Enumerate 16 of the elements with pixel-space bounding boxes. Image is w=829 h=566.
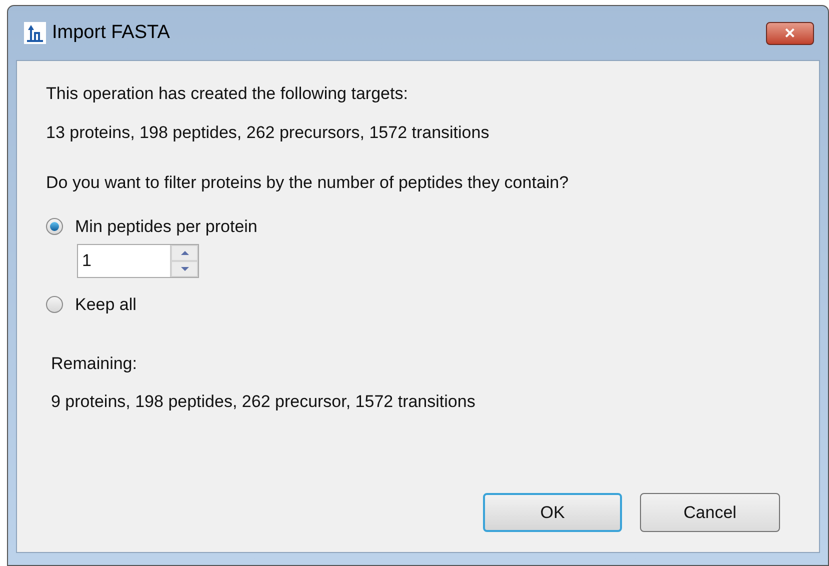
question-text: Do you want to filter proteins by the number of peptides they contain? (46, 172, 570, 194)
info-text: This operation has created the following targets: (46, 83, 409, 105)
radio-button[interactable] (46, 218, 63, 235)
app-logo-icon (24, 22, 46, 44)
remaining-summary: 9 proteins, 198 peptides, 262 precursor, 1572 transitions (51, 391, 476, 413)
dialog-button[interactable]: Cancel (640, 493, 780, 532)
number-spinner[interactable]: 1 (77, 244, 199, 278)
created-summary: 13 proteins, 198 peptides, 262 precursors, 1572 transitions (46, 122, 490, 144)
up-arrow-icon[interactable] (178, 249, 190, 257)
down-arrow-icon[interactable] (178, 265, 190, 273)
radio-button[interactable] (46, 296, 63, 314)
dialog-button[interactable]: OK (483, 493, 622, 532)
option-label: Keep all (75, 294, 136, 316)
remaining-label: Remaining: (51, 352, 138, 374)
option-label: Min peptides per protein (75, 216, 258, 238)
window-title: Import FASTA (52, 20, 170, 45)
